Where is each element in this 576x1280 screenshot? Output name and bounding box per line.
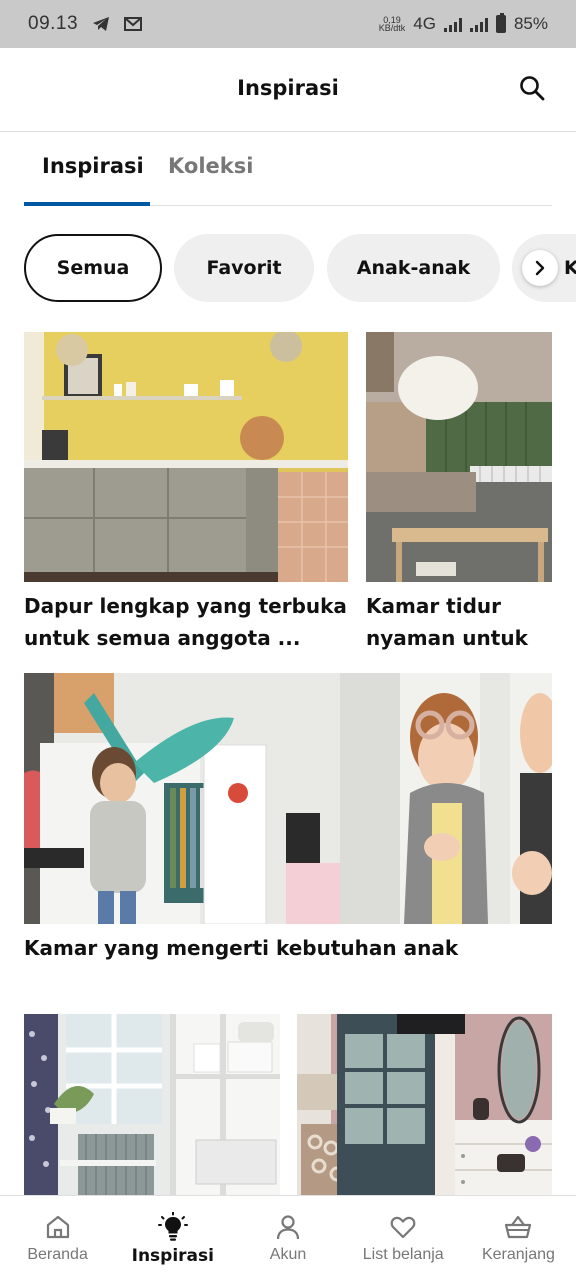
search-icon[interactable] — [518, 74, 546, 102]
home-icon — [46, 1215, 69, 1239]
card-title-kids-room[interactable]: Kamar yang mengerti kebutuhan anak — [24, 932, 552, 964]
nav-label-beranda: Beranda — [27, 1246, 88, 1263]
card-title-kitchen[interactable]: Dapur lengkap yang terbuka untuk semua a… — [24, 590, 354, 654]
lightbulb-icon — [157, 1212, 188, 1241]
nav-beranda[interactable]: Beranda — [0, 1196, 115, 1280]
nav-label-keranjang: Keranjang — [481, 1246, 555, 1263]
card-image-kitchen[interactable] — [24, 332, 348, 582]
card-image-bedroom[interactable] — [366, 332, 552, 582]
card-image-kids-room[interactable] — [24, 673, 552, 924]
card-image-hallway[interactable] — [297, 1014, 552, 1196]
nav-label-akun: Akun — [269, 1246, 307, 1263]
status-bar: 09.13 0,19 KB/dtk 4G 85% — [0, 0, 576, 48]
tab-bar: Inspirasi Koleksi — [24, 132, 552, 206]
bottom-navigation: Beranda Inspirasi Akun List belanja Kera… — [0, 1195, 576, 1280]
bedroom-photo — [366, 332, 552, 582]
heart-icon — [390, 1216, 416, 1239]
tab-inspirasi[interactable]: Inspirasi — [42, 154, 144, 178]
chevron-right-icon — [535, 260, 545, 276]
battery-level: 85% — [513, 14, 548, 33]
network-speed: 0,19 KB/dtk — [378, 15, 406, 33]
nav-keranjang[interactable]: Keranjang — [461, 1196, 576, 1280]
nav-inspirasi[interactable]: Inspirasi — [115, 1196, 230, 1280]
basket-icon — [505, 1215, 532, 1239]
card-title-bedroom[interactable]: Kamar tidur nyaman untuk ... — [366, 590, 556, 686]
page-title: Inspirasi — [237, 76, 339, 100]
mail-icon — [124, 17, 143, 31]
telegram-icon — [93, 17, 110, 31]
chip-anak-anak[interactable]: Anak-anak — [327, 234, 500, 302]
nav-label-list-belanja: List belanja — [362, 1246, 444, 1263]
person-icon — [276, 1215, 300, 1240]
scroll-right-button[interactable] — [522, 250, 558, 286]
chip-favorit[interactable]: Favorit — [174, 234, 314, 302]
signal-icon — [443, 17, 462, 32]
signal-icon-2 — [469, 17, 488, 32]
status-time: 09.13 — [28, 13, 79, 34]
filter-chips: Semua Favorit Anak-anak Kar — [24, 234, 576, 302]
nav-akun[interactable]: Akun — [230, 1196, 345, 1280]
bathroom-photo — [24, 1014, 280, 1196]
battery-icon — [495, 13, 506, 33]
hallway-photo — [297, 1014, 552, 1196]
nav-list-belanja[interactable]: List belanja — [346, 1196, 461, 1280]
chip-semua[interactable]: Semua — [24, 234, 162, 302]
active-tab-indicator — [24, 202, 150, 206]
nav-label-inspirasi: Inspirasi — [131, 1246, 214, 1266]
card-image-bathroom[interactable] — [24, 1014, 280, 1196]
kids-room-photo — [24, 673, 552, 924]
tab-koleksi[interactable]: Koleksi — [168, 154, 253, 178]
app-header: Inspirasi — [0, 48, 576, 132]
kitchen-photo — [24, 332, 348, 582]
network-type: 4G — [413, 14, 436, 33]
